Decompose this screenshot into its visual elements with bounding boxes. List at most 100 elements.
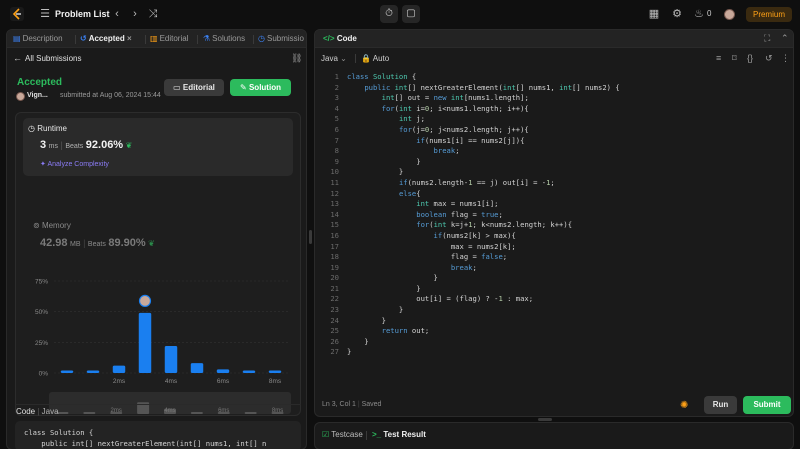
horizontal-splitter-handle[interactable]	[538, 418, 552, 421]
line-number: 11	[330, 177, 339, 187]
submit-button[interactable]: Submit	[743, 396, 791, 414]
code-line[interactable]: int j;	[347, 114, 620, 125]
clock-icon: ◷	[258, 34, 265, 43]
debug-icon[interactable]: ✺	[680, 400, 688, 411]
line-number: 25	[330, 326, 339, 336]
all-submissions-link[interactable]: All Submissions	[25, 54, 81, 63]
timer-icon[interactable]: ⏱	[380, 5, 398, 23]
code-preview[interactable]: class Solution { public int[] nextGreate…	[15, 421, 301, 449]
user-avatar[interactable]	[724, 9, 735, 20]
code-lines[interactable]: class Solution { public int[] nextGreate…	[347, 72, 620, 358]
tab-accepted[interactable]: ↺ Accepted ×	[80, 34, 132, 43]
editorial-button[interactable]: ▭ Editorial	[164, 79, 224, 96]
shuffle-icon[interactable]: ⤨	[146, 7, 160, 21]
code-line[interactable]: }	[347, 316, 620, 327]
collapse-icon[interactable]: ⌃	[781, 33, 789, 44]
code-line[interactable]: public int[] nextGreaterElement(int[] nu…	[347, 83, 619, 94]
chart-bar[interactable]	[268, 370, 282, 373]
code-line[interactable]: }	[347, 337, 620, 348]
premium-button[interactable]: Premium	[746, 7, 792, 22]
language-select[interactable]: Java ⌄	[321, 54, 347, 63]
chart-bar[interactable]	[190, 363, 204, 373]
code-line[interactable]: }	[347, 305, 620, 316]
code-line[interactable]: if(nums2[k] > max){	[347, 231, 620, 242]
submission-subbar: ← All Submissions ⛓	[7, 50, 306, 68]
maximize-icon[interactable]: ⛶	[764, 33, 770, 44]
code-line[interactable]: }	[347, 157, 620, 168]
code-line[interactable]: int max = nums1[i];	[347, 199, 620, 210]
note-icon[interactable]: ▢	[402, 5, 420, 23]
code-line[interactable]: else{	[347, 189, 620, 200]
code-editor[interactable]: 1 2 3 4 5 6 7 8 9 10 11 12 13 14 15 16 17 18 19 20 21 22 23 24 2…	[315, 72, 793, 392]
overview-bar	[244, 412, 257, 414]
tab-testcase[interactable]: ☑ Testcase	[322, 430, 363, 439]
back-arrow-icon[interactable]: ←	[13, 53, 22, 63]
memory-header[interactable]: ⊚ Memory	[33, 221, 71, 230]
code-line[interactable]: }	[347, 167, 620, 178]
chart-bar[interactable]	[164, 346, 178, 373]
tab-description[interactable]: ▤ Description	[13, 34, 63, 43]
overview-tick-label: 8ms	[272, 408, 283, 414]
code-line[interactable]: max = nums2[k];	[347, 242, 620, 253]
close-icon[interactable]: ×	[127, 34, 132, 43]
chart-bar[interactable]	[60, 370, 74, 373]
code-line[interactable]: boolean flag = true;	[347, 210, 620, 221]
code-line[interactable]: for(int k=j+1; k<nums2.length; k++){	[347, 220, 620, 231]
tab-solutions[interactable]: ⚗ Solutions	[203, 34, 245, 43]
code-line[interactable]: int[] out = new int[nums1.length];	[347, 93, 620, 104]
code-line[interactable]: for(int i=0; i<nums1.length; i++){	[347, 104, 620, 115]
leetcode-logo[interactable]	[10, 7, 24, 21]
code-line[interactable]: if(nums1[i] == nums2[j]){	[347, 136, 620, 147]
problem-list-link[interactable]: Problem List	[55, 9, 110, 19]
solution-button[interactable]: ✎ Solution	[230, 79, 291, 96]
chevron-left-icon[interactable]: ‹	[110, 7, 124, 21]
auto-mode[interactable]: 🔒 Auto	[361, 54, 389, 63]
y-tick-label: 75%	[35, 279, 48, 286]
code-line[interactable]: class Solution {	[347, 72, 620, 83]
chart-bar[interactable]	[242, 370, 256, 373]
line-number: 5	[334, 114, 339, 124]
code-line[interactable]: flag = false;	[347, 252, 620, 263]
link-icon[interactable]: ⛓	[291, 53, 302, 64]
code-line[interactable]: for(j=0; j<nums2.length; j++){	[347, 125, 620, 136]
code-line[interactable]: break;	[347, 263, 620, 274]
code-line[interactable]: }	[347, 347, 620, 358]
braces-icon[interactable]: {}	[747, 53, 753, 63]
chart-bar[interactable]	[216, 369, 230, 373]
code-header: </> Code ⛶ ⌃	[315, 30, 793, 48]
line-number: 23	[330, 305, 339, 315]
list-icon[interactable]: ☰	[38, 7, 52, 21]
your-submission-avatar	[138, 294, 152, 307]
code-line[interactable]: }	[347, 284, 620, 295]
bookmark-icon[interactable]: ⌑	[732, 53, 737, 64]
code-line[interactable]: out[i] = (flag) ? -1 : max;	[347, 294, 620, 305]
code-line[interactable]: if(nums2.length-1 == j) out[i] = -1;	[347, 178, 620, 189]
chart-bar[interactable]	[86, 370, 100, 373]
chart-bar[interactable]	[112, 365, 126, 373]
vertical-splitter-handle[interactable]	[309, 230, 312, 244]
code-line[interactable]: return out;	[347, 326, 620, 337]
reset-icon[interactable]: ↺	[765, 53, 773, 64]
format-icon[interactable]: ≡	[716, 53, 721, 63]
chevron-right-icon[interactable]: ›	[128, 7, 142, 21]
tab-editorial[interactable]: ▥ Editorial	[150, 34, 188, 43]
stats-card: ◷ Runtime 3 ms | Beats 92.06% ❦ ✦ Analyz…	[15, 112, 301, 416]
submitter-avatar	[16, 92, 25, 101]
run-button[interactable]: Run	[704, 396, 737, 414]
memory-value: 42.98	[40, 237, 68, 249]
grid-icon[interactable]: ▦	[647, 7, 661, 21]
line-number: 3	[334, 93, 339, 103]
tab-test-result[interactable]: >_ Test Result	[372, 430, 426, 439]
submitter-name[interactable]: Vign...	[27, 92, 48, 99]
code-brackets-icon: </>	[323, 34, 335, 43]
settings-icon[interactable]: ⋮	[781, 53, 790, 64]
overview-tick-label: 2ms	[111, 408, 122, 414]
runtime-box[interactable]: ◷ Runtime 3 ms | Beats 92.06% ❦ ✦ Analyz…	[23, 118, 293, 176]
gear-icon[interactable]: ⚙	[670, 7, 684, 21]
code-line[interactable]: break;	[347, 146, 620, 157]
analyze-complexity-link[interactable]: ✦ Analyze Complexity	[40, 160, 109, 168]
chart-bar[interactable]	[138, 312, 152, 373]
line-number: 8	[334, 146, 339, 156]
tab-submissions[interactable]: ◷ Submissio	[258, 34, 304, 43]
code-line[interactable]: }	[347, 273, 620, 284]
